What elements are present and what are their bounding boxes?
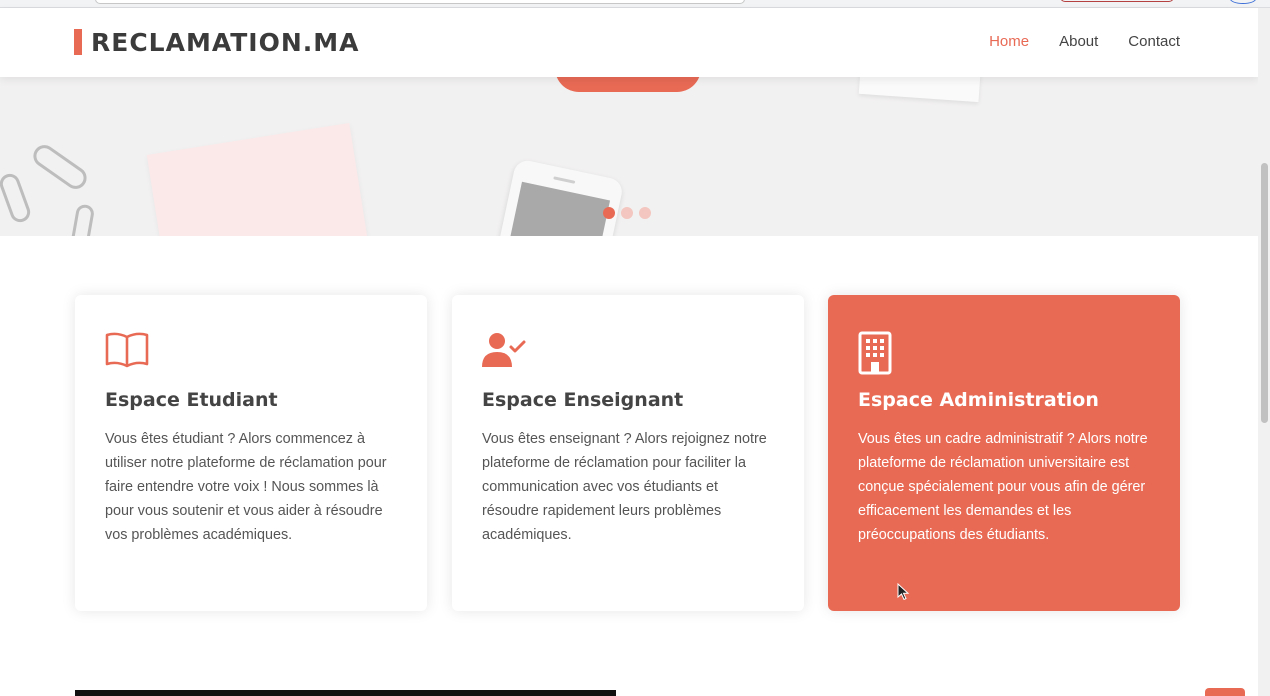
book-open-icon — [105, 331, 397, 375]
phone-decoration — [485, 158, 625, 236]
section-image — [75, 690, 616, 696]
card-title: Espace Administration — [858, 389, 1099, 411]
user-check-icon — [482, 331, 774, 375]
brand-name: RECLAMATION.MA — [91, 27, 360, 57]
card-title: Espace Etudiant — [105, 389, 278, 411]
card-espace-enseignant[interactable]: Espace Enseignant Vous êtes enseignant ?… — [452, 295, 804, 611]
paperclip-decoration — [69, 203, 96, 236]
card-description: Vous êtes enseignant ? Alors rejoignez n… — [482, 431, 767, 543]
carousel-dot[interactable] — [621, 207, 633, 219]
main-nav: Home About Contact — [989, 33, 1180, 50]
browser-toolbar-edge — [0, 0, 1270, 8]
mouse-cursor-icon — [897, 583, 910, 601]
site-logo[interactable]: RECLAMATION.MA — [74, 27, 360, 57]
profile-icon[interactable] — [1230, 0, 1256, 4]
address-bar[interactable] — [95, 0, 745, 4]
browser-button[interactable] — [1060, 0, 1174, 2]
paperclip-decoration — [0, 171, 33, 225]
site-header: RECLAMATION.MA Home About Contact — [0, 8, 1258, 77]
card-description: Vous êtes un cadre administratif ? Alors… — [858, 431, 1148, 543]
page-scrollbar[interactable] — [1258, 8, 1270, 696]
nav-home[interactable]: Home — [989, 33, 1029, 50]
nav-contact[interactable]: Contact — [1128, 33, 1180, 50]
notepad-decoration — [146, 122, 375, 236]
card-espace-etudiant[interactable]: Espace Etudiant Vous êtes étudiant ? Alo… — [75, 295, 427, 611]
carousel-dot[interactable] — [603, 207, 615, 219]
carousel-dot[interactable] — [639, 207, 651, 219]
nav-about[interactable]: About — [1059, 33, 1098, 50]
back-to-top-button[interactable] — [1205, 688, 1245, 696]
scrollbar-thumb[interactable] — [1261, 163, 1268, 423]
card-description: Vous êtes étudiant ? Alors commencez à u… — [105, 431, 387, 543]
carousel-indicators — [603, 207, 651, 219]
logo-accent-bar — [74, 29, 82, 55]
card-title: Espace Enseignant — [482, 389, 684, 411]
card-espace-administration[interactable]: Espace Administration Vous êtes un cadre… — [828, 295, 1180, 611]
building-icon — [858, 331, 1150, 375]
paperclip-decoration — [29, 140, 91, 194]
